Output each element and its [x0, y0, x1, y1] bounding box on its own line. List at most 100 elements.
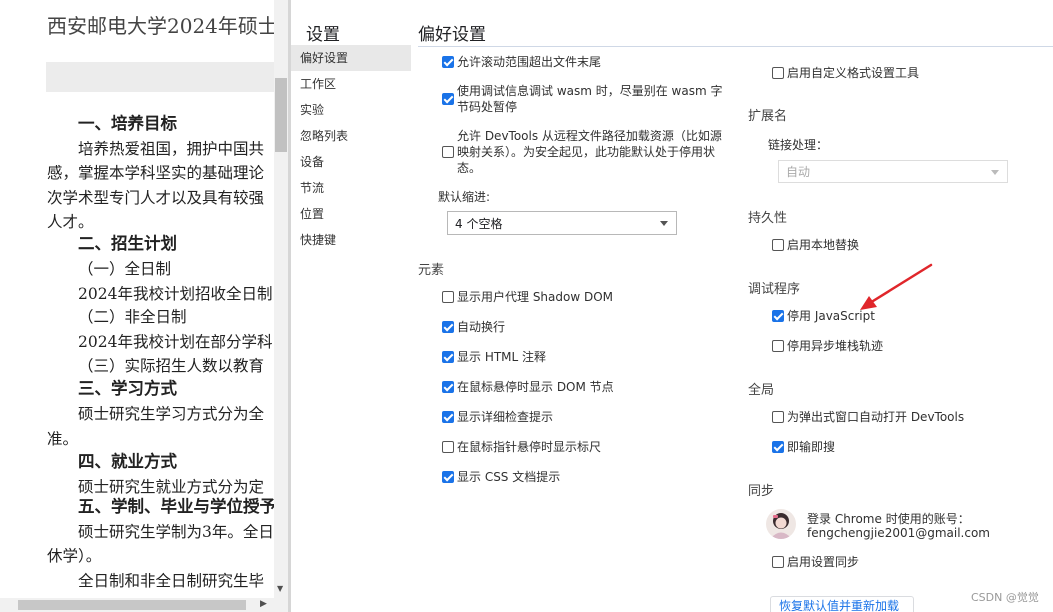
checkbox[interactable]	[442, 441, 454, 453]
section-debugger: 调试程序	[748, 282, 801, 297]
document-line: 硕士研究生学习方式分为全	[78, 405, 265, 423]
devtools-settings: 设置 偏好设置 工作区 实验 忽略列表 设备 节流 位置 快捷键 偏好设置 允许滚动范围超出文…	[291, 0, 1053, 612]
document-line: 硕士研究生就业方式分为定	[78, 478, 265, 496]
scrollbar-thumb[interactable]	[275, 78, 287, 152]
document-viewer: 西安邮电大学2024年硕士 一、培养目标培养热爱祖国，拥护中国共感，掌握本学科坚…	[0, 0, 274, 598]
document-line: 次学术型专门人才以及具有较强	[47, 189, 265, 207]
sidebar-item-4[interactable]: 设备	[291, 149, 411, 175]
indent-value: 4 个空格	[455, 216, 503, 231]
checkbox[interactable]	[442, 291, 454, 303]
settings-title: 设置	[306, 25, 340, 45]
elements-setting-row[interactable]: 显示 HTML 注释	[442, 349, 546, 365]
checkbox[interactable]	[772, 556, 784, 568]
setting-custom-formatters[interactable]: 启用自定义格式设置工具	[772, 65, 919, 81]
checkbox[interactable]	[772, 67, 784, 79]
document-line: 休学）。	[47, 547, 102, 565]
document-title: 西安邮电大学2024年硕士	[47, 14, 274, 38]
checkbox[interactable]	[772, 310, 784, 322]
setting-search-as-type[interactable]: 即输即搜	[772, 439, 835, 455]
setting-label: 显示 HTML 注释	[457, 350, 547, 364]
elements-setting-row[interactable]: 显示 CSS 文档提示	[442, 469, 560, 485]
checkbox[interactable]	[442, 146, 454, 158]
checkbox[interactable]	[772, 340, 784, 352]
scrollbar-thumb[interactable]	[18, 600, 246, 610]
checkbox[interactable]	[442, 93, 454, 105]
document-horizontal-scrollbar[interactable]: ▶	[0, 598, 288, 612]
sidebar-item-0[interactable]: 偏好设置	[291, 45, 411, 71]
watermark: CSDN @觉觉	[971, 591, 1039, 604]
setting-label: 为弹出式窗口自动打开 DevTools	[787, 410, 965, 424]
document-heading: 四、就业方式	[78, 452, 177, 471]
sync-account-email: fengchengjie2001@gmail.com	[807, 526, 990, 540]
document-heading: 一、培养目标	[78, 114, 177, 133]
checkbox[interactable]	[772, 239, 784, 251]
document-line: （一）全日制	[78, 260, 172, 278]
elements-setting-row[interactable]: 显示详细检查提示	[442, 409, 553, 425]
indent-select[interactable]: 4 个空格	[447, 211, 677, 235]
elements-setting-row[interactable]: 在鼠标悬停时显示 DOM 节点	[442, 379, 614, 395]
setting-label: 显示用户代理 Shadow DOM	[457, 290, 614, 304]
setting-label: 启用本地替换	[787, 238, 860, 252]
chevron-down-icon	[660, 221, 668, 226]
checkbox[interactable]	[442, 56, 454, 68]
checkbox[interactable]	[772, 441, 784, 453]
document-heading: 五、学制、毕业与学位授予	[78, 497, 274, 516]
checkbox[interactable]	[442, 471, 454, 483]
checkbox[interactable]	[772, 411, 784, 423]
setting-label: 在鼠标悬停时显示 DOM 节点	[457, 380, 614, 394]
document-line: （二）非全日制	[78, 308, 187, 326]
sidebar-item-6[interactable]: 位置	[291, 201, 411, 227]
scroll-right-arrow-icon[interactable]: ▶	[260, 599, 267, 609]
page-title: 偏好设置	[418, 25, 486, 45]
setting-label: 允许 DevTools 从远程文件路径加载资源（比如源映射关系）。为安全起见，此…	[457, 129, 722, 175]
document-heading: 三、学习方式	[78, 379, 177, 398]
document-line: 培养热爱祖国，拥护中国共	[78, 140, 265, 158]
sidebar-item-5[interactable]: 节流	[291, 175, 411, 201]
document-banner	[46, 62, 274, 92]
setting-auto-open-devtools[interactable]: 为弹出式窗口自动打开 DevTools	[772, 409, 964, 425]
elements-setting-row[interactable]: 自动换行	[442, 319, 505, 335]
setting-local-overrides[interactable]: 启用本地替换	[772, 237, 859, 253]
avatar-image-icon	[766, 509, 796, 539]
document-line: 2024年我校计划在部分学科	[78, 333, 273, 351]
sidebar-item-1[interactable]: 工作区	[291, 71, 411, 97]
settings-sidebar: 设置 偏好设置 工作区 实验 忽略列表 设备 节流 位置 快捷键	[291, 0, 411, 612]
elements-setting-row[interactable]: 在鼠标指针悬停时显示标尺	[442, 439, 601, 455]
setting-settings-sync[interactable]: 启用设置同步	[772, 554, 859, 570]
setting-label: 显示 CSS 文档提示	[457, 470, 561, 484]
checkbox[interactable]	[442, 411, 454, 423]
section-global: 全局	[748, 383, 775, 398]
section-sync: 同步	[748, 484, 775, 499]
document-line: 人才。	[47, 213, 94, 231]
document-line: 硕士研究生学制为3年。全日	[78, 523, 274, 541]
document-line: 准。	[47, 430, 79, 448]
checkbox[interactable]	[442, 351, 454, 363]
sync-account-label: 登录 Chrome 时使用的账号：	[807, 512, 970, 526]
screen: 西安邮电大学2024年硕士 一、培养目标培养热爱祖国，拥护中国共感，掌握本学科坚…	[0, 0, 1053, 612]
setting-wasm-pause[interactable]: 使用调试信息调试 wasm 时，尽量别在 wasm 字节码处暂停	[442, 83, 732, 115]
document-line: 感，掌握本学科坚实的基础理论	[47, 164, 265, 182]
document-vertical-scrollbar[interactable]: ▼	[274, 0, 288, 598]
setting-label: 启用设置同步	[787, 555, 860, 569]
annotation-arrow-icon	[860, 263, 933, 310]
sidebar-item-2[interactable]: 实验	[291, 97, 411, 123]
restore-defaults-button[interactable]: 恢复默认值并重新加载	[770, 596, 914, 612]
sidebar-item-3[interactable]: 忽略列表	[291, 123, 411, 149]
elements-setting-row[interactable]: 显示用户代理 Shadow DOM	[442, 289, 613, 305]
checkbox[interactable]	[442, 321, 454, 333]
document-heading: 二、招生计划	[78, 234, 177, 253]
scroll-down-arrow-icon[interactable]: ▼	[277, 584, 283, 593]
section-extensions: 扩展名	[748, 109, 788, 124]
checkbox[interactable]	[442, 381, 454, 393]
link-handling-select[interactable]: 自动	[778, 160, 1008, 183]
setting-scroll-past-eof[interactable]: 允许滚动范围超出文件末尾	[442, 54, 601, 70]
chevron-down-icon	[991, 169, 999, 175]
setting-label: 允许滚动范围超出文件末尾	[457, 55, 602, 69]
sidebar-item-7[interactable]: 快捷键	[291, 227, 411, 253]
setting-disable-async-stack[interactable]: 停用异步堆栈轨迹	[772, 338, 883, 354]
setting-label: 使用调试信息调试 wasm 时，尽量别在 wasm 字节码处暂停	[457, 84, 723, 114]
avatar	[766, 509, 796, 539]
setting-remote-resources[interactable]: 允许 DevTools 从远程文件路径加载资源（比如源映射关系）。为安全起见，此…	[442, 128, 732, 176]
title-divider	[418, 46, 1053, 47]
document-line: （三）实际招生人数以教育	[78, 357, 265, 375]
